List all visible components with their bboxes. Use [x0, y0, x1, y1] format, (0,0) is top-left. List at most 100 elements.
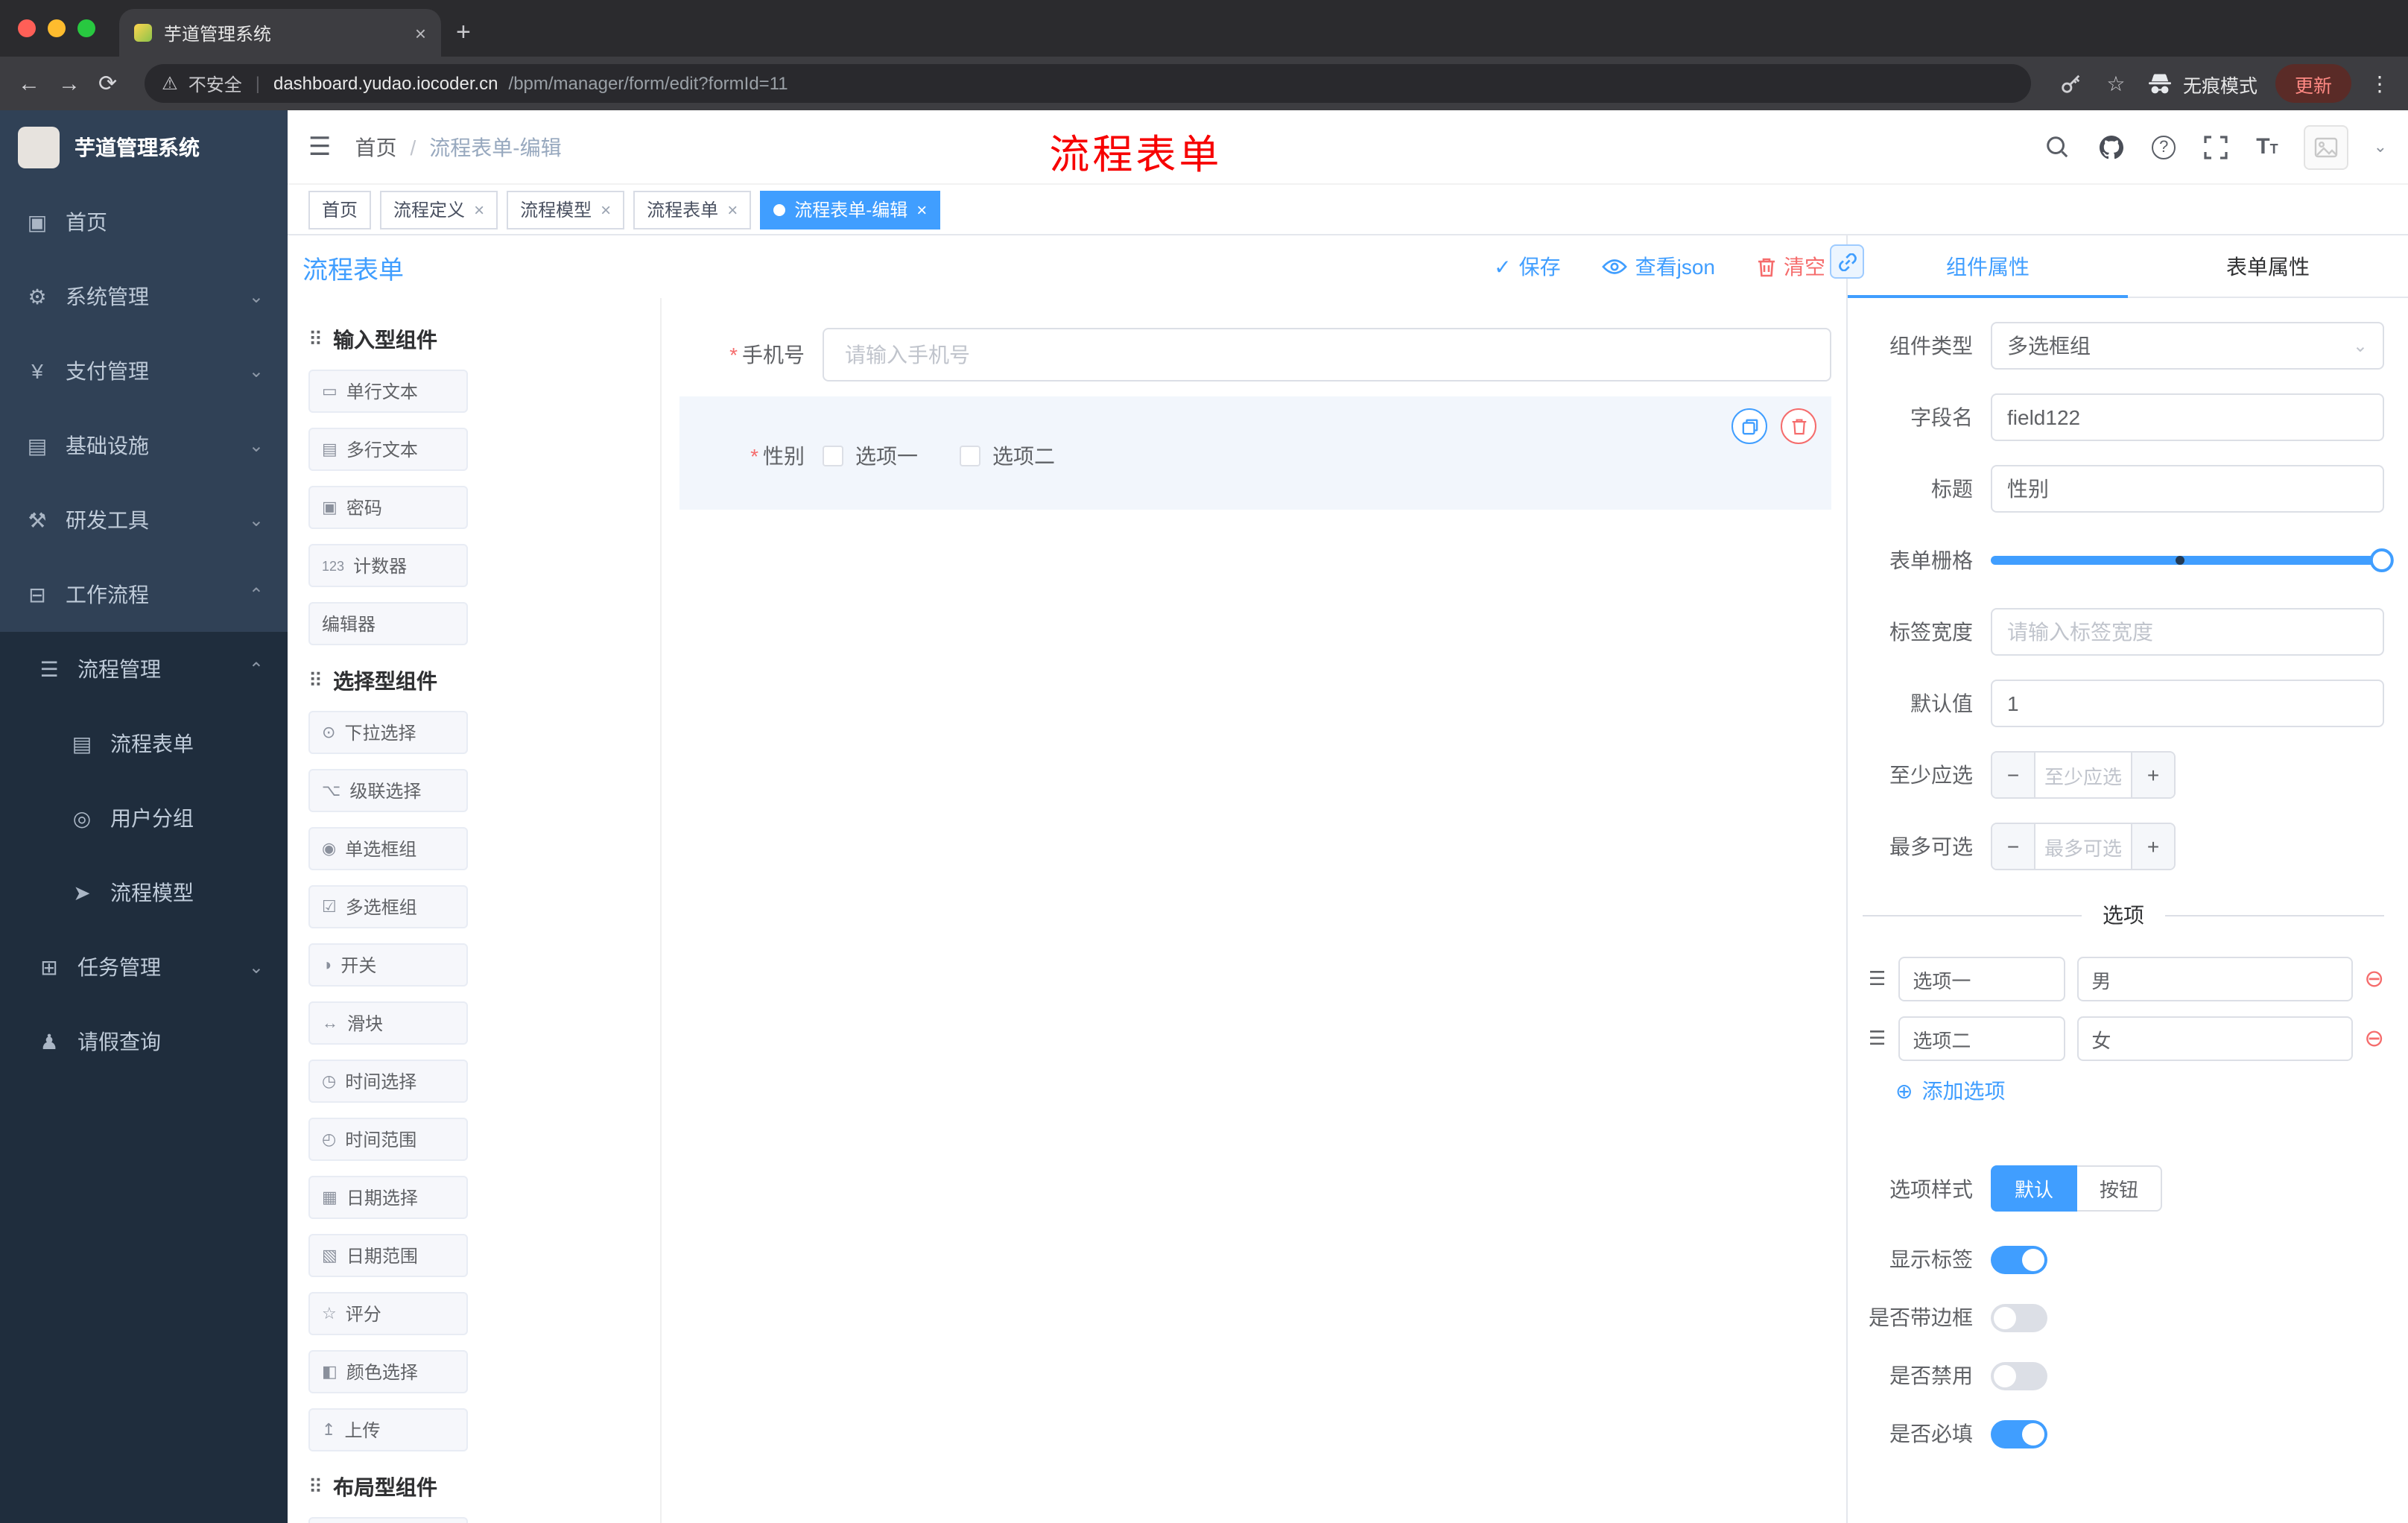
gender-option-2-checkbox[interactable]: 选项二	[960, 441, 1055, 471]
component-rate[interactable]: ☆ 评分	[308, 1292, 468, 1335]
tag-close-icon[interactable]: ×	[474, 199, 484, 220]
max-select-value[interactable]: 最多可选	[2035, 824, 2131, 869]
tag-process-form[interactable]: 流程表单 ×	[633, 190, 752, 229]
component-date-range[interactable]: ▧ 日期范围	[308, 1234, 468, 1277]
tab-component-props[interactable]: 组件属性	[1848, 235, 2128, 298]
sidebar-item-leave-query[interactable]: ♟ 请假查询	[0, 1004, 288, 1079]
sidebar-item-devtools[interactable]: ⚒ 研发工具 ⌄	[0, 483, 288, 557]
component-counter[interactable]: 123 计数器	[308, 544, 468, 587]
tag-process-form-edit[interactable]: 流程表单-编辑 ×	[760, 190, 941, 229]
gender-option-1-checkbox[interactable]: 选项一	[823, 441, 918, 471]
stepper-minus-button[interactable]: −	[1992, 753, 2035, 797]
reload-icon[interactable]: ⟳	[98, 70, 117, 97]
component-password[interactable]: ▣ 密码	[308, 486, 468, 529]
sidebar-item-task-management[interactable]: ⊞ 任务管理 ⌄	[0, 930, 288, 1004]
remove-option-icon[interactable]: ⊖	[2364, 1024, 2384, 1054]
back-icon[interactable]: ←	[18, 71, 40, 96]
field-name-input[interactable]	[1991, 393, 2384, 441]
border-toggle[interactable]	[1991, 1303, 2047, 1332]
slider-handle[interactable]	[2369, 548, 2394, 572]
tag-process-model[interactable]: 流程模型 ×	[507, 190, 625, 229]
component-color-picker[interactable]: ◧ 颜色选择	[308, 1350, 468, 1393]
label-width-input[interactable]	[1991, 608, 2384, 656]
sidebar-item-workflow[interactable]: ⊟ 工作流程 ⌃	[0, 557, 288, 632]
gender-field-selected[interactable]: 性别 选项一 选项二	[679, 396, 1831, 510]
clear-button[interactable]: 清空	[1757, 252, 1825, 282]
component-upload[interactable]: ↥ 上传	[308, 1408, 468, 1451]
add-option-button[interactable]: ⊕ 添加选项	[1895, 1076, 2384, 1106]
show-label-toggle[interactable]	[1991, 1245, 2047, 1273]
phone-input[interactable]	[823, 328, 1831, 381]
zoom-window-button[interactable]	[77, 19, 95, 37]
option-value-input[interactable]	[2076, 1016, 2353, 1061]
component-time-picker[interactable]: ◷ 时间选择	[308, 1060, 468, 1103]
remove-option-icon[interactable]: ⊖	[2364, 964, 2384, 994]
component-row-container[interactable]: ◫行容器	[308, 1517, 468, 1523]
help-icon[interactable]: ?	[2152, 135, 2176, 159]
drag-handle-icon[interactable]: ☰	[1869, 1027, 1886, 1051]
tag-close-icon[interactable]: ×	[916, 199, 927, 220]
minimize-window-button[interactable]	[48, 19, 66, 37]
sidebar-item-process-model[interactable]: ➤ 流程模型	[0, 855, 288, 930]
view-json-button[interactable]: 查看json	[1602, 252, 1715, 282]
title-input[interactable]	[1991, 465, 2384, 513]
update-button[interactable]: 更新	[2275, 64, 2351, 103]
component-time-range[interactable]: ◴ 时间范围	[308, 1118, 468, 1161]
tag-close-icon[interactable]: ×	[601, 199, 611, 220]
drag-handle-icon[interactable]: ☰	[1869, 967, 1886, 991]
tag-process-definition[interactable]: 流程定义 ×	[380, 190, 498, 229]
avatar-chevron-down-icon[interactable]: ⌄	[2374, 137, 2387, 156]
save-button[interactable]: ✓ 保存	[1494, 252, 1560, 282]
sidebar-item-home[interactable]: ▣ 首页	[0, 185, 288, 259]
copy-component-button[interactable]	[1731, 408, 1767, 444]
component-dropdown[interactable]: ⊙ 下拉选择	[308, 711, 468, 754]
style-button-button[interactable]: 按钮	[2077, 1165, 2163, 1212]
avatar[interactable]	[2303, 124, 2348, 169]
tab-form-props[interactable]: 表单属性	[2128, 235, 2408, 297]
min-select-value[interactable]: 至少应选	[2035, 753, 2131, 797]
component-checkbox-group[interactable]: ☑ 多选框组	[308, 885, 468, 928]
tag-close-icon[interactable]: ×	[727, 199, 738, 220]
form-canvas[interactable]: 手机号	[662, 298, 1846, 1523]
close-window-button[interactable]	[18, 19, 36, 37]
default-value-input[interactable]	[1991, 680, 2384, 727]
disabled-toggle[interactable]	[1991, 1361, 2047, 1390]
slider-track[interactable]	[1991, 548, 2394, 572]
sidebar-item-user-group[interactable]: ◎ 用户分组	[0, 781, 288, 855]
sidebar-item-payment[interactable]: ¥ 支付管理 ⌄	[0, 334, 288, 408]
new-tab-button[interactable]: +	[456, 18, 471, 48]
component-single-text[interactable]: ▭ 单行文本	[308, 370, 468, 413]
stepper-plus-button[interactable]: +	[2131, 824, 2174, 869]
link-handle-icon[interactable]	[1830, 244, 1864, 279]
browser-menu-icon[interactable]: ⋮	[2369, 71, 2390, 96]
component-cascader[interactable]: ⌥ 级联选择	[308, 769, 468, 812]
breadcrumb-home[interactable]: 首页	[355, 132, 397, 162]
security-warning-icon[interactable]: ⚠	[162, 73, 178, 94]
component-switch[interactable]: ◑ 开关	[308, 943, 468, 987]
browser-tab[interactable]: 芋道管理系统 ×	[119, 9, 441, 57]
stepper-plus-button[interactable]: +	[2131, 753, 2174, 797]
tab-close-icon[interactable]: ×	[415, 22, 426, 44]
option-name-input[interactable]	[1898, 1016, 2065, 1061]
sidebar-item-process-management[interactable]: ☰ 流程管理 ⌃	[0, 632, 288, 706]
grid-slider[interactable]	[1991, 536, 2394, 584]
sidebar-item-infra[interactable]: ▤ 基础设施 ⌄	[0, 408, 288, 483]
delete-component-button[interactable]	[1781, 408, 1816, 444]
sidebar-item-process-form[interactable]: ▤ 流程表单	[0, 706, 288, 781]
password-key-icon[interactable]	[2058, 70, 2085, 97]
option-value-input[interactable]	[2076, 957, 2353, 1001]
search-icon[interactable]	[2041, 132, 2071, 162]
sidebar-item-system[interactable]: ⚙ 系统管理 ⌄	[0, 259, 288, 334]
phone-field[interactable]: 手机号	[679, 328, 1831, 381]
component-type-select[interactable]: 多选框组 ⌄	[1991, 322, 2384, 370]
component-multi-text[interactable]: ▤ 多行文本	[308, 428, 468, 471]
tag-home[interactable]: 首页	[308, 190, 372, 229]
option-name-input[interactable]	[1898, 957, 2065, 1001]
component-date-picker[interactable]: ▦ 日期选择	[308, 1176, 468, 1219]
component-slider[interactable]: ↔ 滑块	[308, 1001, 468, 1045]
component-radio-group[interactable]: ◉ 单选框组	[308, 827, 468, 870]
collapse-sidebar-icon[interactable]: ☰	[308, 132, 332, 162]
github-icon[interactable]	[2097, 132, 2126, 162]
component-editor[interactable]: 编辑器	[308, 602, 468, 645]
stepper-minus-button[interactable]: −	[1992, 824, 2035, 869]
